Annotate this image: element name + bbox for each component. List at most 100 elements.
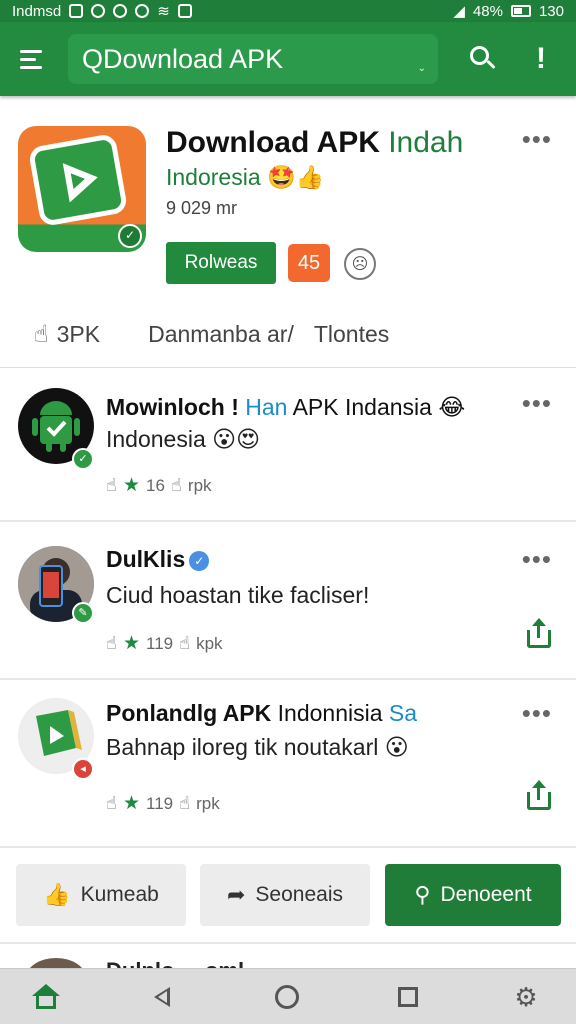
clock-text: 130 (538, 2, 564, 20)
tab-contents-label: Tlontes (313, 320, 390, 347)
verified-badge-icon: ✓ (72, 448, 94, 470)
star-icon: ★ (122, 475, 141, 496)
share-count: rpk (196, 793, 220, 813)
next-post-peek[interactable]: Dulnlo ... oml... (0, 942, 576, 968)
sync-icon (113, 4, 128, 18)
post-title: DulKlis ✓ (106, 546, 210, 573)
more-icon[interactable]: ••• (522, 546, 552, 572)
post-title-rest: Indonnisia (271, 700, 389, 726)
share-button-label: Seoneais (255, 883, 343, 906)
install-button[interactable]: Rolweas (166, 242, 276, 284)
post-author: Ponlandlg APK (106, 700, 272, 726)
image-icon (69, 4, 84, 18)
thumb-up-icon[interactable]: ☝ (106, 633, 117, 654)
search-icon[interactable] (468, 44, 498, 74)
app-title: Download APK Indah (166, 126, 463, 160)
app-title-main: Download APK (166, 126, 389, 159)
verified-badge-icon: ✓ (118, 224, 142, 248)
music-icon (135, 4, 150, 18)
share-icon[interactable] (524, 780, 554, 812)
tab-download-label: Danmanba ar/ (148, 320, 294, 347)
status-bar: Indmsd ≋ ◢ 48% 130 (0, 0, 576, 22)
thumb-up-icon: 👍 (43, 882, 71, 907)
home-icon[interactable] (16, 969, 76, 1024)
share-button[interactable]: ➦ Seoneais (200, 864, 370, 926)
tab-download[interactable]: Danmanba ar/ (148, 321, 294, 348)
like-button-label: Kumeab (80, 883, 159, 906)
post-stats: ☝ ★ 119 ☝ kpk (106, 632, 223, 655)
signal-icon: ◢ (453, 3, 465, 20)
app-title-accent: Indah (388, 126, 464, 159)
navigation-bar: ⚙ (0, 968, 576, 1024)
peek-text: Dulnlo ... oml... (106, 958, 262, 968)
wifi-icon: ≋ (157, 3, 170, 20)
tab-apk-label: 3PK (56, 320, 101, 347)
circle-icon[interactable] (257, 969, 317, 1024)
gear-icon[interactable]: ⚙ (496, 969, 556, 1024)
post-title: Ponlandlg APK Indonnisia Sa (106, 700, 417, 727)
more-icon[interactable]: ••• (522, 126, 552, 152)
thumb-up-icon: ☝ (34, 320, 49, 348)
post-item[interactable]: ✓ Mowinloch ! Han APK Indansia 😂 Indones… (0, 370, 576, 522)
header-tabs: ☝ 3PK Danmanba ar/ Tlontes (0, 314, 576, 354)
back-icon[interactable] (132, 969, 192, 1024)
star-icon: ★ (122, 633, 141, 654)
app-bar: QDownload APK ⌄ ! (0, 22, 576, 96)
emoji-icon[interactable]: ☹ (344, 248, 376, 280)
post-body: Indonesia 😮😍 (106, 426, 261, 452)
key-icon: ⚲ (414, 882, 431, 907)
like-count: 119 (146, 793, 174, 813)
avatar (26, 958, 86, 968)
share-arrow-icon: ➦ (226, 882, 246, 907)
post-stats: ☝ ★ 16 ☝ rpk (106, 474, 212, 497)
verified-badge-icon: ✎ (72, 602, 94, 624)
more-icon[interactable]: ••• (522, 390, 552, 416)
tab-apk[interactable]: ☝ 3PK (34, 320, 100, 349)
search-input[interactable]: QDownload APK ⌄ (68, 34, 438, 84)
battery-percent: 48% (472, 2, 503, 20)
like-button[interactable]: 👍 Kumeab (16, 864, 186, 926)
post-stats: ☝ ★ 119 ☝ rpk (106, 792, 220, 815)
like-count: 119 (146, 633, 174, 653)
search-text: QDownload APK (82, 43, 284, 74)
alarm-icon (91, 4, 106, 18)
share-icon[interactable] (524, 618, 554, 650)
post-title-rest: APK Indansia 😂 (287, 394, 466, 420)
app-header-card: ✓ Download APK Indah Indoresia 🤩👍 9 029 … (0, 96, 576, 368)
tab-contents[interactable]: Tlontes (314, 321, 389, 348)
download-button[interactable]: ⚲ Denoeent (385, 864, 561, 926)
verified-check-icon: ✓ (189, 550, 210, 571)
post-author: Mowinloch ! (106, 394, 246, 420)
post-title: Mowinloch ! Han APK Indansia 😂 (106, 394, 465, 421)
app-meta: 9 029 mr (166, 198, 238, 218)
alert-icon[interactable]: ! (536, 42, 546, 76)
share-count: rpk (187, 475, 212, 495)
post-body: Ciud hoastan tike facliser! (106, 582, 370, 608)
post-body: Bahnap iloreg tik noutakarl 😮 (106, 734, 409, 760)
post-item[interactable]: ◂ Ponlandlg APK Indonnisia Sa Bahnap ilo… (0, 680, 576, 848)
menu-icon[interactable] (20, 42, 54, 76)
app-subtitle: Indoresia 🤩👍 (166, 164, 325, 190)
chevron-down-icon: ⌄ (417, 63, 426, 74)
rating-badge: 45 (288, 244, 330, 282)
action-bar: 👍 Kumeab ➦ Seoneais ⚲ Denoeent (0, 862, 576, 932)
post-title-highlight: Sa (388, 700, 418, 726)
star-icon: ★ (122, 793, 141, 814)
notification-icon (177, 4, 192, 18)
thumb-up-icon[interactable]: ☝ (179, 633, 190, 654)
thumb-up-icon[interactable]: ☝ (106, 793, 117, 814)
square-icon[interactable] (378, 969, 438, 1024)
post-item[interactable]: ✎ DulKlis ✓ Ciud hoastan tike facliser! ☝… (0, 522, 576, 680)
carrier-text: Indmsd (12, 2, 62, 20)
like-count: 16 (146, 475, 165, 495)
download-button-label: Denoeent (440, 883, 532, 906)
thumb-up-icon[interactable]: ☝ (179, 793, 190, 814)
thumb-up-icon[interactable]: ☝ (171, 475, 182, 496)
post-title-highlight: Han (245, 394, 288, 420)
app-logo-icon: ✓ (18, 126, 146, 252)
share-count: kpk (196, 633, 223, 653)
post-author: DulKlis (106, 546, 186, 572)
thumb-up-icon[interactable]: ☝ (106, 475, 117, 496)
battery-icon (510, 5, 531, 17)
more-icon[interactable]: ••• (522, 700, 552, 726)
